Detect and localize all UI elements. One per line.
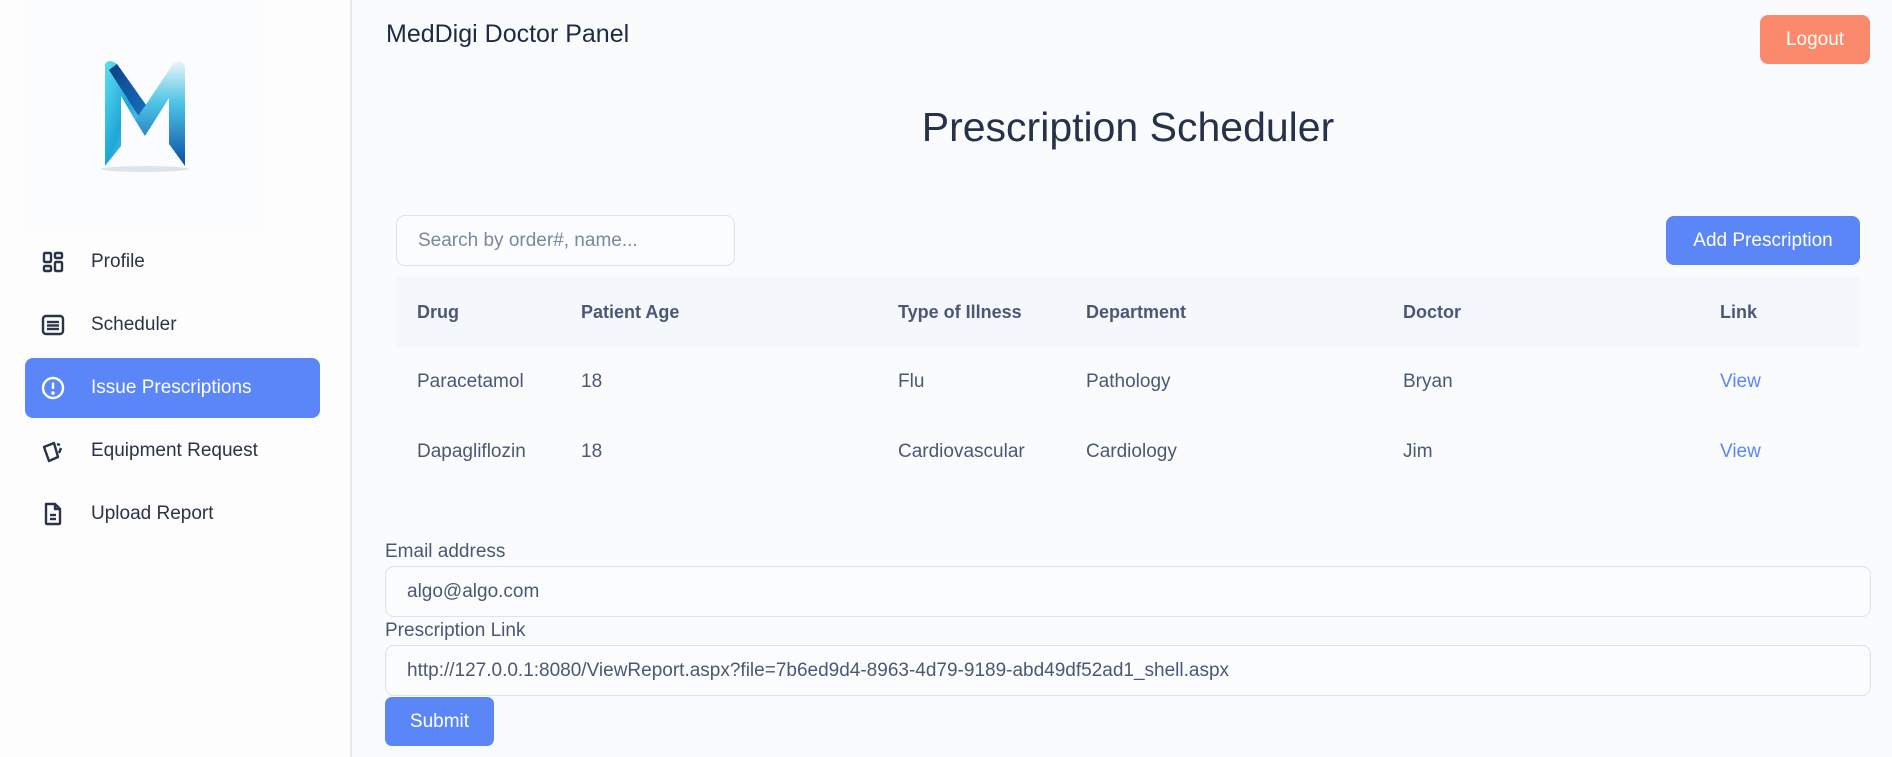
column-header-department[interactable]: Department: [1065, 277, 1382, 347]
cell-link: View: [1699, 347, 1860, 417]
column-header-type-of-illness[interactable]: Type of Illness: [877, 277, 1065, 347]
logo[interactable]: [25, 0, 265, 232]
cell-drug: Dapagliflozin: [417, 441, 526, 462]
sidebar-item-label: Profile: [91, 251, 145, 272]
search-input[interactable]: [396, 215, 735, 266]
page-title: Prescription Scheduler: [921, 104, 1335, 150]
sidebar-item-scheduler[interactable]: Scheduler: [25, 295, 320, 355]
sidebar-item-label: Equipment Request: [91, 440, 258, 461]
email-field[interactable]: [385, 566, 1871, 617]
cell-type-of-illness: Cardiovascular: [898, 441, 1025, 462]
file-text-icon: [41, 502, 65, 526]
prescriptions-table: Drug Patient Age Type of Illness Departm…: [396, 277, 1860, 487]
sidebar: Profile Scheduler Issue Prescriptions Eq…: [0, 0, 352, 757]
column-header-patient-age[interactable]: Patient Age: [560, 277, 877, 347]
submit-button[interactable]: Submit: [385, 697, 494, 746]
sidebar-item-label: Scheduler: [91, 314, 177, 335]
cell-link: View: [1699, 417, 1860, 487]
cell-doctor: Bryan: [1403, 371, 1453, 392]
sidebar-nav: Profile Scheduler Issue Prescriptions Eq…: [25, 232, 320, 547]
sidebar-item-upload-report[interactable]: Upload Report: [25, 484, 320, 544]
sidebar-item-equipment-request[interactable]: Equipment Request: [25, 421, 320, 481]
dashboard-grid-icon: [41, 250, 65, 274]
alert-circle-icon: [41, 376, 65, 400]
view-link[interactable]: View: [1720, 371, 1761, 392]
prescription-link-field[interactable]: [385, 645, 1871, 696]
sidebar-item-label: Upload Report: [91, 503, 214, 524]
cell-department: Cardiology: [1086, 441, 1177, 462]
view-link[interactable]: View: [1720, 441, 1761, 462]
column-header-link[interactable]: Link: [1699, 277, 1860, 347]
logout-button[interactable]: Logout: [1760, 15, 1870, 64]
table-row: Dapagliflozin 18 Cardiovascular Cardiolo…: [396, 417, 1860, 487]
app-title: MedDigi Doctor Panel: [386, 20, 630, 48]
main-content: MedDigi Doctor Panel Logout Prescription…: [354, 0, 1892, 757]
prescription-link-label: Prescription Link: [385, 620, 526, 641]
cell-department: Pathology: [1086, 371, 1171, 392]
sidebar-item-profile[interactable]: Profile: [25, 232, 320, 292]
cell-doctor: Jim: [1403, 441, 1433, 462]
email-label: Email address: [385, 541, 506, 562]
cards-icon: [41, 439, 65, 463]
meddigi-logo-icon: [101, 61, 189, 172]
cell-patient-age: 18: [581, 371, 603, 392]
list-document-icon: [41, 313, 65, 337]
table-header-row: Drug Patient Age Type of Illness Departm…: [396, 277, 1860, 347]
column-header-drug[interactable]: Drug: [396, 277, 560, 347]
add-prescription-button[interactable]: Add Prescription: [1666, 216, 1860, 265]
cell-drug: Paracetamol: [417, 371, 524, 392]
table-row: Paracetamol 18 Flu Pathology Bryan View: [396, 347, 1860, 417]
sidebar-item-label: Issue Prescriptions: [91, 377, 252, 398]
cell-patient-age: 18: [581, 441, 603, 462]
cell-type-of-illness: Flu: [898, 371, 925, 392]
column-header-doctor[interactable]: Doctor: [1382, 277, 1699, 347]
sidebar-item-issue-prescriptions[interactable]: Issue Prescriptions: [25, 358, 320, 418]
